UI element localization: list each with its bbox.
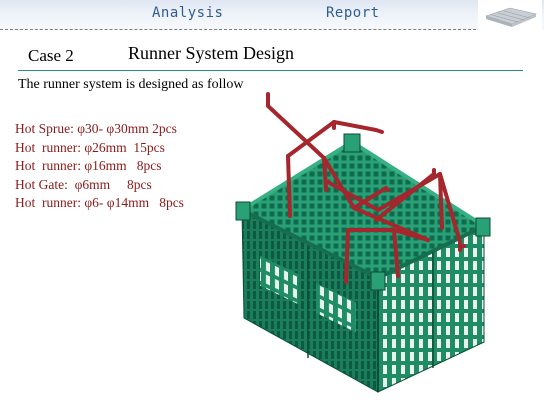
spec-hot-runner-6-14: Hot runner: φ6- φ14mm 8pcs xyxy=(15,195,184,210)
runner-spec-list: Hot Sprue: φ30- φ30mm 2pcs Hot runner: φ… xyxy=(15,120,184,213)
nav-analysis[interactable]: Analysis xyxy=(152,5,223,21)
spec-hot-runner-16: Hot runner: φ16mm 8pcs xyxy=(15,158,162,173)
crate-mold-model xyxy=(235,92,491,393)
case-label: Case 2 xyxy=(28,46,74,65)
header-divider xyxy=(0,29,476,30)
intro-text: The runner system is designed as follow xyxy=(18,77,244,92)
spec-hot-sprue: Hot Sprue: φ30- φ30mm 2pcs xyxy=(15,121,177,136)
title-divider xyxy=(18,70,523,71)
page-title: Runner System Design xyxy=(128,43,294,63)
spec-hot-runner-26: Hot runner: φ26mm 15pcs xyxy=(15,139,165,155)
thumbnail-logo xyxy=(478,0,542,32)
header-bar: Analysis Report xyxy=(0,0,544,30)
spec-hot-gate: Hot Gate: φ6mm 8pcs xyxy=(15,176,152,192)
nav-report[interactable]: Report xyxy=(326,5,380,21)
